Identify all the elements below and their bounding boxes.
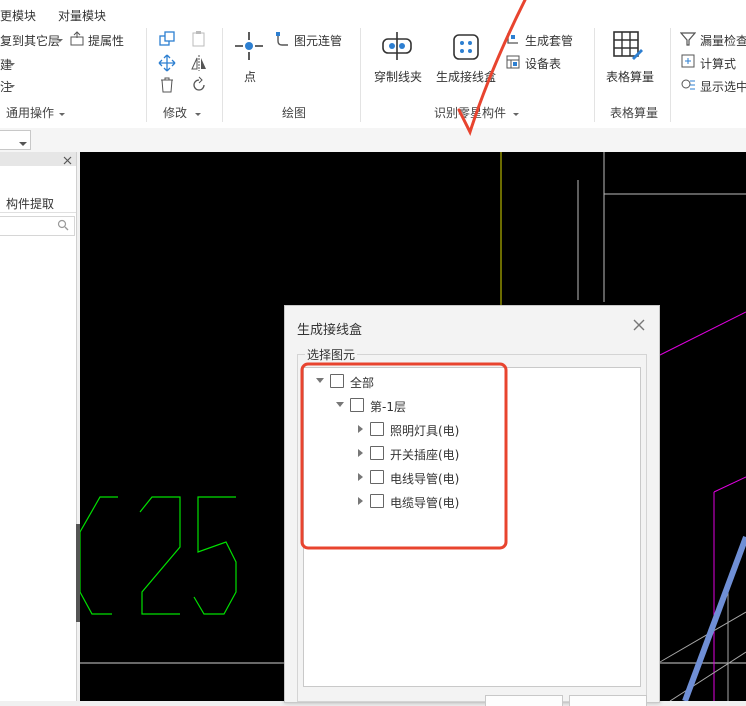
checkbox[interactable]: [330, 374, 344, 388]
delete-icon[interactable]: [158, 76, 176, 97]
ribbon-separator: [360, 28, 361, 122]
wall-penetration-icon[interactable]: [381, 32, 413, 65]
floor-select[interactable]: [0, 130, 31, 150]
expand-toggle-icon[interactable]: [358, 473, 363, 481]
equipment-table-icon[interactable]: [505, 54, 521, 73]
missing-check-button[interactable]: 漏量检查: [700, 32, 746, 49]
paste-icon[interactable]: [190, 30, 208, 51]
dropdown-arrow-icon[interactable]: [56, 34, 64, 48]
copy-icon[interactable]: [158, 30, 176, 51]
left-panel-search-input[interactable]: [0, 216, 75, 236]
generate-sleeve-button[interactable]: 生成套管: [525, 32, 573, 49]
point-button[interactable]: 点: [244, 68, 256, 85]
extract-attribute-icon[interactable]: [69, 31, 85, 50]
ribbon-separator: [222, 28, 223, 122]
ribbon-separator: [594, 28, 595, 122]
toolbar-row: [0, 128, 746, 152]
group-label-modify: 修改: [163, 106, 188, 120]
copy-to-other-floor-button[interactable]: 复到其它层: [0, 32, 60, 49]
chevron-down-icon: [19, 137, 27, 151]
dropdown-arrow-icon[interactable]: [8, 80, 16, 94]
menu-item-quantity-module[interactable]: 对量模块: [58, 7, 106, 24]
tree-node-label: 电缆导管(电): [390, 496, 460, 510]
show-selected-button[interactable]: 显示选中: [700, 78, 746, 95]
wall-penetration-button[interactable]: 穿制线夹: [374, 68, 422, 85]
checkbox[interactable]: [370, 494, 384, 508]
connect-pipe-icon[interactable]: [274, 31, 290, 50]
canvas-text-outline: [80, 496, 237, 615]
generate-junction-box-dialog: 生成接线盒 选择图元 全部 第-1层 照明灯具(电) 开关插座(电) 电线导管(…: [284, 305, 660, 706]
group-label-draw: 绘图: [282, 106, 307, 120]
group-expand-icon[interactable]: [194, 108, 202, 122]
checkbox[interactable]: [370, 470, 384, 484]
checkbox[interactable]: [370, 422, 384, 436]
close-icon[interactable]: [63, 154, 72, 168]
dropdown-arrow-icon[interactable]: [8, 58, 16, 72]
select-element-label: 选择图元: [305, 346, 358, 363]
expand-toggle-icon[interactable]: [358, 449, 363, 457]
ribbon: 复到其它层 提属性 建 注 通用操作 修改 点 图元连管 绘图 穿制线夹 生成接…: [0, 24, 746, 129]
point-icon[interactable]: [233, 30, 265, 65]
extract-attribute-button[interactable]: 提属性: [88, 32, 124, 49]
generate-junction-box-button[interactable]: 生成接线盒: [436, 68, 496, 85]
left-panel-header: [0, 152, 76, 166]
tree-node-label: 开关插座(电): [390, 448, 460, 462]
equipment-table-button[interactable]: 设备表: [525, 55, 561, 72]
element-tree[interactable]: 全部 第-1层 照明灯具(电) 开关插座(电) 电线导管(电) 电缆导管(电): [303, 367, 641, 687]
move-icon[interactable]: [158, 54, 176, 75]
ribbon-separator: [670, 28, 671, 122]
checkbox[interactable]: [350, 398, 364, 412]
rotate-icon[interactable]: [190, 76, 208, 97]
tree-node-label: 第-1层: [370, 400, 406, 414]
sleeve-icon[interactable]: [505, 31, 521, 50]
tree-node-label: 照明灯具(电): [390, 424, 460, 438]
formula-button[interactable]: 计算式: [700, 55, 736, 72]
expand-toggle-icon[interactable]: [336, 402, 344, 407]
connect-pipe-button[interactable]: 图元连管: [294, 32, 342, 49]
group-label-identify: 识别零星构件: [434, 106, 507, 120]
tree-node-label: 全部: [350, 376, 375, 390]
ribbon-separator: [146, 28, 147, 122]
expand-toggle-icon[interactable]: [316, 378, 324, 383]
menu-bar: 更模块 对量模块: [0, 0, 746, 24]
menu-item-module[interactable]: 更模块: [0, 7, 36, 24]
formula-icon[interactable]: [680, 53, 696, 72]
group-expand-icon[interactable]: [58, 108, 66, 122]
table-calc-icon[interactable]: [612, 30, 644, 65]
search-icon[interactable]: [57, 219, 69, 234]
left-panel-tab-bar: 构件提取: [0, 192, 76, 213]
tab-component-extract[interactable]: 构件提取: [6, 195, 54, 212]
dialog-title: 生成接线盒: [297, 323, 363, 338]
junction-box-icon[interactable]: [451, 32, 481, 65]
checkbox[interactable]: [370, 446, 384, 460]
filter-icon[interactable]: [679, 31, 697, 50]
mirror-icon[interactable]: [190, 54, 208, 75]
group-label-table: 表格算量: [610, 106, 659, 120]
close-icon[interactable]: [630, 316, 648, 334]
expand-toggle-icon[interactable]: [358, 425, 363, 433]
expand-toggle-icon[interactable]: [358, 497, 363, 505]
show-selected-icon[interactable]: [680, 76, 696, 95]
tree-node-label: 电线导管(电): [390, 472, 460, 486]
group-expand-icon[interactable]: [512, 108, 520, 122]
table-calc-button[interactable]: 表格算量: [606, 68, 654, 85]
group-label-general: 通用操作: [6, 106, 55, 120]
